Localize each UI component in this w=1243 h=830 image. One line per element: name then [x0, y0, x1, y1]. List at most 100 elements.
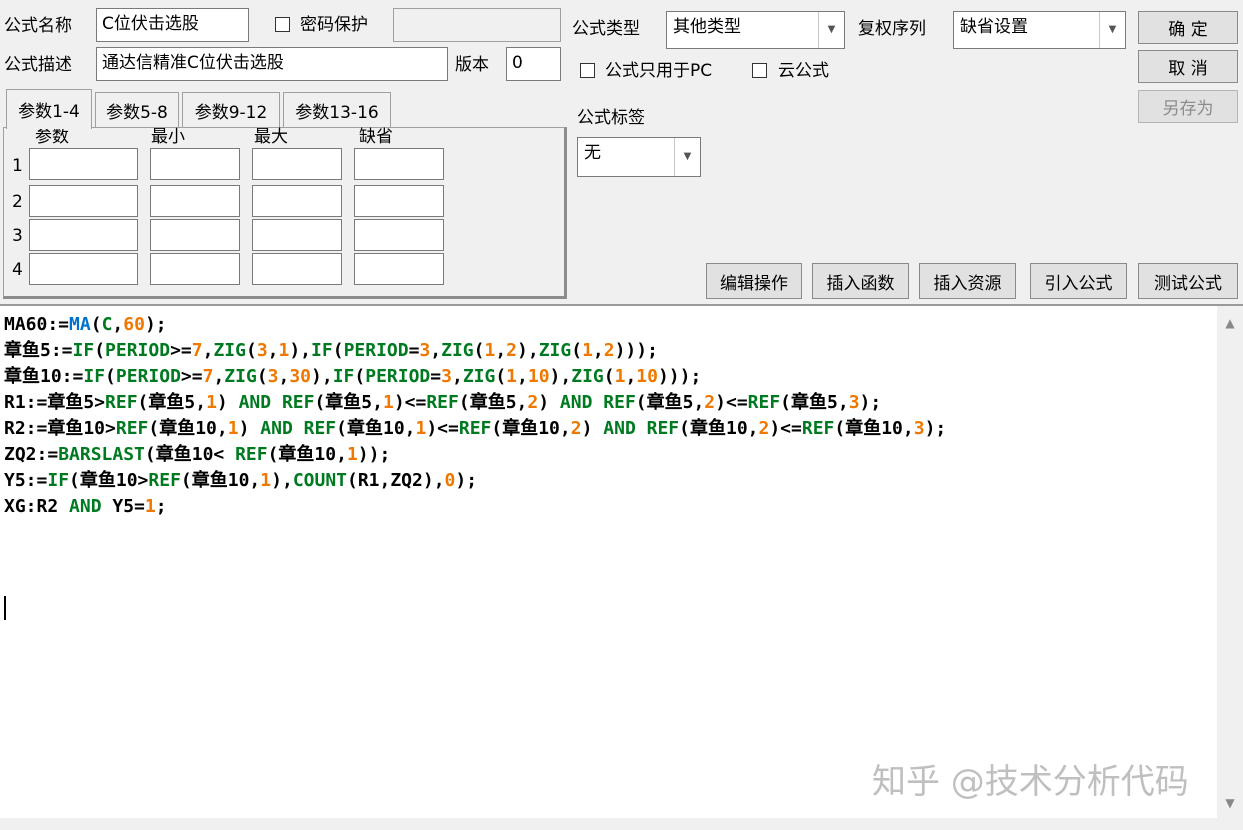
code-token-kw: C [101, 314, 113, 335]
param-4-default-input[interactable] [354, 253, 444, 285]
code-token-kw: REF [303, 418, 337, 439]
code-token-id: , [112, 314, 124, 335]
password-protect-checkbox[interactable] [275, 17, 290, 32]
code-token-id: ); [924, 418, 947, 439]
test-formula-button[interactable]: 测试公式 [1138, 263, 1238, 299]
tab-params-13-16[interactable]: 参数13-16 [283, 92, 391, 128]
code-token-id: Y5= [101, 496, 145, 517]
param-4-max-input[interactable] [252, 253, 342, 285]
version-input[interactable]: 0 [506, 47, 561, 81]
horizontal-scrollbar[interactable] [0, 818, 1217, 830]
param-row-number: 1 [12, 156, 23, 176]
code-token-id: ( [354, 366, 366, 387]
code-token-id: , [592, 340, 604, 361]
code-token-num: 1 [260, 470, 272, 491]
insert-resource-button[interactable]: 插入资源 [919, 263, 1016, 299]
code-token-num: 10 [636, 366, 658, 387]
code-token-id: ), [271, 470, 293, 491]
code-token-id: (章鱼5, [314, 392, 383, 413]
edit-operations-button[interactable]: 编辑操作 [706, 263, 802, 299]
code-token-num: 2 [704, 392, 716, 413]
code-line: ZQ2:=BARSLAST(章鱼10< REF(章鱼10,1)); [4, 442, 946, 468]
formula-editor[interactable]: MA60:=MA(C,60); 章鱼5:=IF(PERIOD>=7,ZIG(3,1… [0, 304, 1243, 830]
code-token-id: , [495, 340, 507, 361]
chevron-down-icon[interactable]: ▼ [674, 138, 700, 176]
code-token-id: >= [170, 340, 192, 361]
rights-seq-value: 缺省设置 [960, 17, 1028, 37]
pc-only-label: 公式只用于PC [605, 61, 713, 81]
chevron-down-icon[interactable]: ▼ [1099, 12, 1125, 48]
code-token-id: ( [256, 366, 268, 387]
formula-tag-select[interactable]: 无 ▼ [577, 137, 701, 177]
cloud-checkbox[interactable] [752, 63, 767, 78]
code-token-num: 10 [527, 366, 550, 387]
param-1-name-input[interactable] [29, 148, 138, 180]
param-1-min-input[interactable] [150, 148, 240, 180]
formula-name-input[interactable]: C位伏击选股 [96, 8, 249, 42]
formula-type-select[interactable]: 其他类型 ▼ [666, 11, 845, 49]
code-token-id: (章鱼10, [491, 418, 571, 439]
ok-button[interactable]: 确 定 [1138, 11, 1238, 44]
code-token-id: ; [155, 496, 167, 517]
rights-seq-select[interactable]: 缺省设置 ▼ [953, 11, 1126, 49]
insert-function-button[interactable]: 插入函数 [812, 263, 909, 299]
param-2-default-input[interactable] [354, 185, 444, 217]
code-token-num: 3 [419, 340, 431, 361]
code-token-id [592, 392, 603, 413]
param-3-default-input[interactable] [354, 219, 444, 251]
tab-params-5-8[interactable]: 参数5-8 [95, 92, 179, 128]
code-token-num: 1 [206, 392, 217, 413]
code-token-num: 3 [913, 418, 925, 439]
param-2-min-input[interactable] [150, 185, 240, 217]
code-token-kw: REF [801, 418, 835, 439]
code-token-kw: COUNT [292, 470, 347, 491]
tab-params-1-4[interactable]: 参数1-4 [6, 89, 92, 129]
code-token-id: ), [549, 366, 572, 387]
code-token-id: ( [571, 340, 583, 361]
param-1-default-input[interactable] [354, 148, 444, 180]
vertical-scrollbar[interactable]: ▲ ▼ [1217, 306, 1243, 830]
chevron-down-icon[interactable]: ▼ [818, 12, 844, 48]
param-row-number: 2 [12, 192, 23, 212]
code-token-id: (章鱼10> [69, 470, 149, 491]
formula-code[interactable]: MA60:=MA(C,60); 章鱼5:=IF(PERIOD>=7,ZIG(3,1… [4, 312, 946, 520]
pc-only-checkbox[interactable] [580, 63, 595, 78]
param-3-name-input[interactable] [29, 219, 138, 251]
code-token-num: 1 [227, 418, 239, 439]
scroll-up-icon[interactable]: ▲ [1217, 310, 1243, 336]
code-token-id: ( [90, 314, 102, 335]
code-token-id: 章鱼10:= [4, 366, 84, 387]
import-formula-button[interactable]: 引入公式 [1030, 263, 1127, 299]
code-token-id: )); [357, 444, 391, 465]
code-token-num: 1 [484, 340, 496, 361]
param-4-name-input[interactable] [29, 253, 138, 285]
code-token-id: ))); [614, 340, 658, 361]
code-token-kw: ZIG [538, 340, 572, 361]
cancel-button[interactable]: 取 消 [1138, 50, 1238, 83]
password-input[interactable] [393, 8, 561, 42]
code-token-num: 1 [382, 392, 394, 413]
param-3-min-input[interactable] [150, 219, 240, 251]
code-line: Y5:=IF(章鱼10>REF(章鱼10,1),COUNT(R1,ZQ2),0)… [4, 468, 946, 494]
code-token-kw: ZIG [213, 340, 246, 361]
tab-params-9-12[interactable]: 参数9-12 [182, 92, 280, 128]
code-token-kw: REF [148, 470, 181, 491]
param-1-max-input[interactable] [252, 148, 342, 180]
param-4-min-input[interactable] [150, 253, 240, 285]
save-as-button[interactable]: 另存为 [1138, 90, 1238, 123]
formula-desc-input[interactable]: 通达信精准C位伏击选股 [96, 47, 448, 81]
formula-desc-label: 公式描述 [4, 55, 72, 75]
code-token-id: , [267, 340, 279, 361]
scroll-down-icon[interactable]: ▼ [1217, 790, 1243, 816]
code-line: R1:=章鱼5>REF(章鱼5,1) AND REF(章鱼5,1)<=REF(章… [4, 390, 946, 416]
code-token-num: 2 [758, 418, 770, 439]
code-token-num: 60 [123, 314, 145, 335]
code-token-id: ) [238, 418, 261, 439]
code-token-kw: ZIG [462, 366, 496, 387]
code-token-id: ( [245, 340, 257, 361]
code-token-id: ( [332, 340, 344, 361]
code-token-id: (章鱼5, [780, 392, 849, 413]
param-2-max-input[interactable] [252, 185, 342, 217]
param-2-name-input[interactable] [29, 185, 138, 217]
param-3-max-input[interactable] [252, 219, 342, 251]
